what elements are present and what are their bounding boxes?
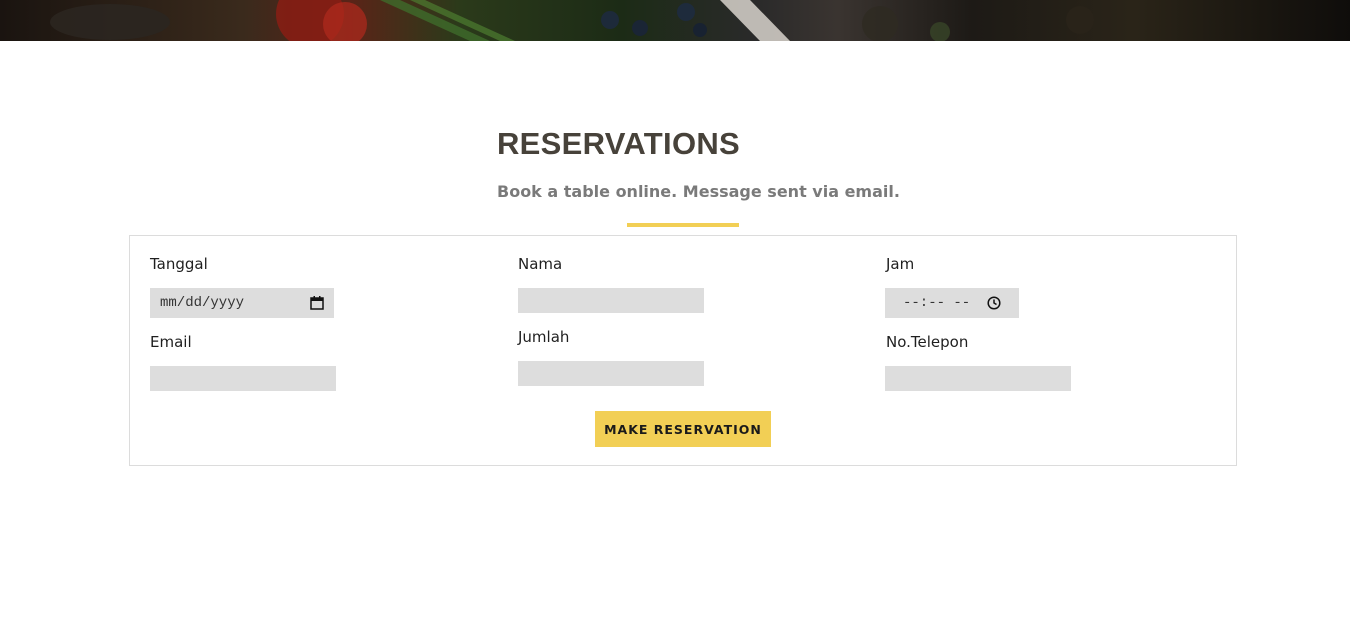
title-underline [627,223,739,227]
nama-label: Nama [518,255,563,273]
hero-food-photo [50,0,1094,41]
telepon-label: No.Telepon [886,333,969,351]
nama-input[interactable] [518,288,704,313]
email-label: Email [150,333,192,351]
tanggal-label: Tanggal [150,255,208,273]
jumlah-label: Jumlah [518,328,570,346]
section-subtitle: Book a table online. Message sent via em… [497,182,900,201]
jumlah-input[interactable] [518,361,704,386]
clock-icon[interactable] [987,296,1001,310]
tanggal-date-input[interactable]: mm/dd/yyyy [150,288,334,318]
email-input[interactable] [150,366,336,391]
tanggal-value: mm/dd/yyyy [160,295,245,311]
hero-image-strip [0,0,1350,41]
make-reservation-button[interactable]: MAKE RESERVATION [595,411,771,447]
jam-time-input[interactable]: --:-- -- [885,288,1019,318]
jam-label: Jam [886,255,915,273]
jam-value: --:-- -- [903,295,971,311]
calendar-icon[interactable] [310,296,324,310]
telepon-input[interactable] [885,366,1071,391]
section-title: RESERVATIONS [497,126,741,161]
